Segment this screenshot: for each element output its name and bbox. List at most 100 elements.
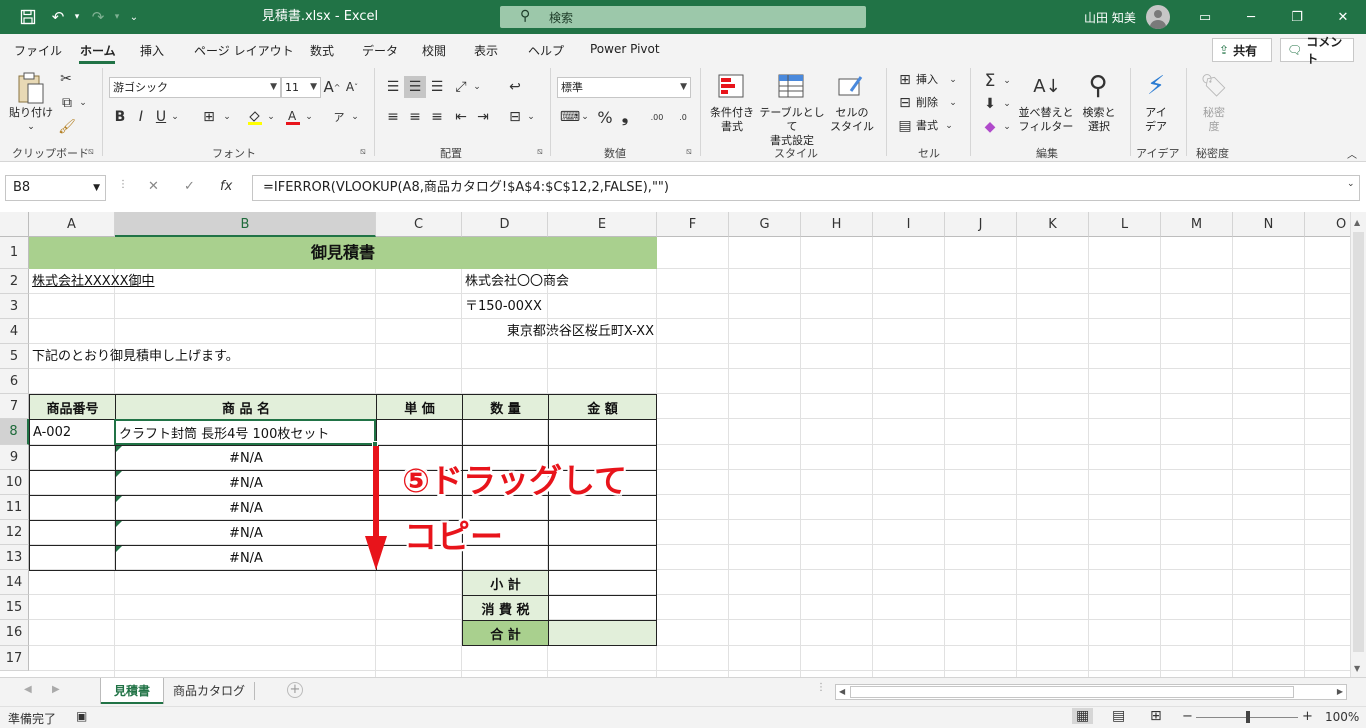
postal-code[interactable]: 〒150-00XX (462, 294, 545, 319)
company-address[interactable]: 東京都渋谷区桜丘町X-XX (478, 319, 657, 344)
customer-name[interactable]: 株式会社XXXXX御中 (29, 269, 158, 294)
increase-font-size-icon[interactable]: A ^ (323, 78, 341, 96)
find-select-button[interactable]: 検索と 選択 (1076, 106, 1122, 134)
fill-color-icon[interactable] (246, 108, 264, 126)
autosum-icon[interactable]: Σ (980, 71, 1000, 91)
phonetic-dropdown-icon[interactable]: ⌄ (350, 110, 360, 124)
zoom-slider-thumb[interactable] (1246, 711, 1250, 723)
font-color-dropdown-icon[interactable]: ⌄ (304, 110, 314, 124)
header-amount[interactable]: 金 額 (548, 394, 657, 420)
accounting-format-icon[interactable]: ⌨ (560, 108, 580, 126)
error-indicator-icon[interactable] (116, 471, 122, 477)
number-launcher-icon[interactable]: ⧅ (686, 147, 692, 157)
cell-a11[interactable] (29, 495, 116, 521)
greeting-text[interactable]: 下記のとおり御見積申し上げます。 (29, 344, 242, 369)
fill-icon[interactable]: ⬇ (980, 95, 1000, 113)
error-indicator-icon[interactable] (116, 496, 122, 502)
tab-help[interactable]: ヘルプ (528, 42, 564, 59)
enter-icon[interactable]: ✓ (184, 179, 195, 194)
clipboard-launcher-icon[interactable]: ⧅ (88, 147, 94, 157)
row-header-12[interactable]: 12 (0, 520, 29, 545)
percent-style-icon[interactable]: % (596, 108, 614, 127)
minimize-icon[interactable]: ─ (1228, 0, 1274, 34)
format-cells-icon[interactable]: ▤ (896, 118, 914, 134)
add-sheet-icon[interactable]: + (287, 682, 303, 698)
sheet-tab-catalog[interactable]: 商品カタログ (168, 678, 250, 704)
split-handle-icon[interactable]: ⋮ (816, 682, 826, 693)
font-size-combo[interactable]: 11 ▼ (281, 77, 321, 98)
insert-cells-button[interactable]: 挿入 (916, 73, 938, 87)
header-product-code[interactable]: 商品番号 (29, 394, 116, 420)
fill-dropdown-icon[interactable]: ⌄ (1002, 97, 1012, 111)
fill-color-dropdown-icon[interactable]: ⌄ (266, 110, 276, 124)
align-right-icon[interactable]: ≡ (428, 108, 446, 126)
tab-data[interactable]: データ (362, 42, 398, 59)
error-indicator-icon[interactable] (116, 546, 122, 552)
cell-a10[interactable] (29, 470, 116, 496)
zoom-level[interactable]: 100% (1325, 710, 1359, 724)
format-cells-button[interactable]: 書式 (916, 119, 938, 133)
underline-dropdown-icon[interactable]: ⌄ (170, 110, 180, 124)
conditional-formatting-icon[interactable] (716, 72, 746, 100)
format-as-table-icon[interactable] (776, 72, 806, 100)
avatar[interactable] (1146, 5, 1170, 29)
tax-label[interactable]: 消 費 税 (462, 595, 549, 621)
cell-b11[interactable]: #N/A (115, 495, 377, 521)
subtotal-value[interactable] (548, 570, 657, 596)
font-launcher-icon[interactable]: ⧅ (360, 147, 366, 157)
align-top-icon[interactable]: ☰ (384, 78, 402, 96)
align-middle-icon[interactable]: ☰ (404, 76, 426, 98)
insert-cells-icon[interactable]: ⊞ (896, 72, 914, 88)
align-center-icon[interactable]: ≡ (406, 108, 424, 126)
row-header-16[interactable]: 16 (0, 620, 29, 646)
header-unit-price[interactable]: 単 価 (376, 394, 463, 420)
row-header-5[interactable]: 5 (0, 344, 29, 369)
row-header-14[interactable]: 14 (0, 570, 29, 595)
tab-page-layout[interactable]: ページ レイアウト (194, 42, 294, 59)
number-format-combo[interactable]: 標準 ▼ (557, 77, 691, 98)
alignment-launcher-icon[interactable]: ⧅ (537, 147, 543, 157)
header-quantity[interactable]: 数 量 (462, 394, 549, 420)
expand-formula-bar-icon[interactable]: ⌄ (1347, 179, 1355, 189)
format-painter-icon[interactable]: 🖌 (58, 118, 76, 136)
next-sheet-icon[interactable]: ▶ (52, 684, 60, 695)
zoom-in-icon[interactable]: + (1302, 709, 1313, 724)
row-header-1[interactable]: 1 (0, 237, 29, 269)
delete-cells-icon[interactable]: ⊟ (896, 95, 914, 111)
tab-home[interactable]: ホーム (80, 42, 116, 59)
insert-function-icon[interactable]: fx (220, 179, 232, 194)
row-header-7[interactable]: 7 (0, 394, 29, 419)
company-name[interactable]: 株式会社〇〇商会 (462, 269, 572, 294)
subtotal-label[interactable]: 小 計 (462, 570, 549, 596)
cell-b9[interactable]: #N/A (115, 445, 377, 471)
row-header-17[interactable]: 17 (0, 646, 29, 671)
sort-filter-icon[interactable]: A↓ (1030, 72, 1064, 100)
row-header-6[interactable]: 6 (0, 369, 29, 394)
decrease-indent-icon[interactable]: ⇤ (452, 108, 470, 126)
prev-sheet-icon[interactable]: ◀ (24, 684, 32, 695)
cell-styles-button[interactable]: セルの スタイル (826, 106, 878, 134)
delete-dropdown-icon[interactable]: ⌄ (948, 96, 958, 110)
row-header-9[interactable]: 9 (0, 445, 29, 470)
bold-icon[interactable]: B (112, 108, 128, 126)
insert-dropdown-icon[interactable]: ⌄ (948, 73, 958, 87)
phonetic-guide-icon[interactable]: ア (330, 108, 348, 126)
tab-formulas[interactable]: 数式 (310, 42, 334, 59)
cut-icon[interactable]: ✂ (58, 70, 74, 88)
scroll-thumb[interactable] (1353, 232, 1364, 652)
search-box[interactable]: ⚲ 検索 (500, 6, 866, 28)
formula-input[interactable]: =IFERROR(VLOOKUP(A8,商品カタログ!$A$4:$C$12,2,… (252, 175, 1360, 201)
delete-cells-button[interactable]: 削除 (916, 96, 938, 110)
conditional-formatting-button[interactable]: 条件付き 書式 (706, 106, 758, 134)
zoom-out-icon[interactable]: − (1182, 709, 1193, 724)
hscroll-thumb[interactable] (850, 686, 1294, 698)
tab-power-pivot[interactable]: Power Pivot (590, 42, 660, 56)
ideas-icon[interactable]: ⚡ (1142, 70, 1170, 102)
ribbon-display-options-icon[interactable]: ▭ (1182, 0, 1228, 34)
font-color-icon[interactable]: A (284, 108, 302, 126)
wrap-text-icon[interactable]: ↩ (506, 78, 524, 96)
align-left-icon[interactable]: ≡ (384, 108, 402, 126)
scroll-down-icon[interactable]: ▼ (1354, 664, 1360, 673)
autosum-dropdown-icon[interactable]: ⌄ (1002, 74, 1012, 88)
copy-dropdown-icon[interactable]: ⌄ (78, 96, 88, 110)
